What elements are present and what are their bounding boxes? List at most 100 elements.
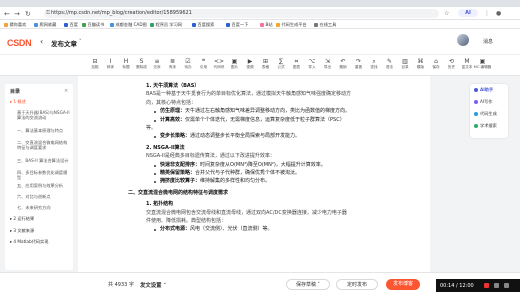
close-icon[interactable]: ×	[64, 88, 68, 94]
paragraph-line: 向，其核心特点包括：	[146, 99, 197, 106]
save-draft-label: 保存草稿	[295, 282, 316, 288]
bookmark-item[interactable]: 程序员 学习网	[150, 21, 182, 28]
list-item-text: 时间复杂度从O(MN³)降至O(MN²)，大幅提升计算效率。	[200, 161, 326, 168]
list-item-lead: 分布式电源：	[160, 226, 191, 233]
list-item: 计算高效：仅需单个个体迭代，无需梯度信息，运算复杂度低于粒子群算法（PSC）	[160, 117, 345, 124]
bookmark-favicon-icon	[314, 22, 318, 27]
paragraph-line: 交直流混合微电网包含交流母线和直流母线，通过双向AC/DC变换器连接，减少电力电…	[146, 209, 347, 216]
bookmark-label: 百度搜索	[197, 22, 215, 27]
url-text: https://mp.csdn.net/mp_blog/creation/edi…	[51, 10, 192, 16]
outline-title: 目录	[10, 89, 21, 95]
toolbar-icon: ▣	[479, 58, 486, 65]
bookmark-label: 爬网收藏	[39, 22, 57, 27]
bookmark-label: B站	[265, 22, 273, 27]
ai-tool-icon	[474, 111, 478, 116]
outline-item[interactable]: 四、多目标参数优化调度模型	[17, 170, 71, 180]
bookmark-favicon-icon	[82, 22, 86, 27]
list-item: 快速非支配排序：时间复杂度从O(MN³)降至O(MN²)，大幅提升计算效率。	[160, 162, 326, 169]
bookmark-favicon-icon	[64, 22, 68, 27]
pause-icon[interactable]	[494, 283, 499, 288]
bookmark-item[interactable]: 爬网收藏	[34, 21, 56, 28]
ai-panel-label: 代码生成	[480, 111, 497, 116]
bookmark-label: 豆瓣读书	[87, 22, 105, 27]
section-heading: 二、交直流混合微电网的结构特征与调度需求	[128, 189, 229, 196]
bullet-icon	[154, 119, 156, 122]
section-heading: 1. 拓扑结构	[146, 201, 174, 208]
app-header	[0, 29, 520, 54]
list-item-lead: 仿生原理：	[160, 108, 186, 115]
bookmark-item[interactable]: 百度	[64, 21, 78, 28]
save-draft-button[interactable]: 保存草稿 ˅	[286, 279, 330, 290]
bookmark-item[interactable]: 豆瓣读书	[82, 21, 104, 28]
list-item-text: 天牛通过左右触角感知气味差异调整移动方向，类比为函数值的梯度方向。	[185, 108, 351, 115]
close-icon[interactable]	[504, 283, 509, 288]
word-count: 共 4933 字	[108, 282, 134, 288]
forward-nav-icon[interactable]: →	[14, 10, 20, 18]
bookmark-item[interactable]: B站	[260, 21, 273, 28]
ai-panel-item[interactable]: AI写作	[474, 99, 492, 105]
profile-icon[interactable]: ●	[496, 9, 501, 18]
ai-panel-item[interactable]: 代码生成	[474, 111, 497, 117]
list-item-text: 仅需单个个体迭代，无需梯度信息，运算复杂度低于粒子群算法（PSC）	[185, 116, 345, 123]
lock-icon: ⚿	[46, 10, 50, 16]
outline-item[interactable]: 七、未来研究方向	[17, 205, 71, 210]
bookmark-item[interactable]: 成都金融 CAD图	[110, 21, 147, 28]
avatar[interactable]	[457, 34, 469, 46]
list-item-text: 风电（交流侧）、光伏（直流侧）等。	[190, 226, 273, 233]
back-arrow-icon[interactable]: ‹	[40, 37, 43, 46]
ai-tool-icon	[474, 87, 478, 92]
messages-link[interactable]: 消息	[483, 38, 493, 45]
bullet-icon	[154, 164, 156, 167]
paragraph-line: NSGA-II是经典多目标遗传算法，通过以下改进提升效率：	[146, 153, 275, 160]
outline-item[interactable]: ▸ 4 Matlab代码实现	[10, 239, 70, 244]
url-input[interactable]: ⚿ https://mp.csdn.net/mp_blog/creation/e…	[44, 9, 439, 18]
bookmark-favicon-icon	[260, 22, 264, 27]
ai-panel-label: AI写作	[480, 99, 493, 104]
list-item-lead: 变步长策略：	[160, 133, 191, 140]
schedule-button[interactable]: 定时发布	[336, 279, 378, 290]
bookmark-favicon-icon	[276, 22, 280, 27]
back-nav-icon[interactable]: ←	[4, 10, 10, 18]
publish-button[interactable]: 发布博客	[386, 279, 420, 290]
outline-item[interactable]: 六、对比与创新点	[17, 194, 71, 199]
bookmark-label: 程序员 学习网	[155, 22, 182, 27]
list-item: 精英保留策略：合并父代与子代种群，确保优秀个体不被淘汰。	[160, 170, 300, 177]
bookmark-favicon-icon	[226, 22, 230, 27]
bookmark-label: 成都金融 CAD图	[115, 22, 147, 27]
csdn-logo[interactable]: CSDN	[7, 38, 32, 48]
bookmark-label: 代码生成平台	[281, 22, 307, 27]
ai-button[interactable]: AI	[458, 9, 478, 17]
toolbar-button[interactable]: ▣ MC 编辑器	[474, 58, 492, 70]
outline-item[interactable]: ▸ 1 概述	[10, 99, 70, 104]
outline-item[interactable]: 三、BAS-II 算法合算法设计	[17, 158, 71, 163]
ai-panel-item[interactable]: AI助手	[474, 87, 493, 93]
bookmark-favicon-icon	[34, 22, 38, 27]
bookmark-item[interactable]: 在线工具	[314, 21, 336, 28]
chevron-down-icon[interactable]: ˅	[79, 39, 82, 45]
publish-settings-toggle[interactable]: 发文设置 ˅	[140, 281, 166, 289]
outline-item[interactable]: 二、交直流混合微电网结构特征与调度要求	[17, 140, 71, 150]
bookmark-item[interactable]: 猜你喜欢	[4, 21, 26, 28]
bookmark-label: 猜你喜欢	[9, 22, 27, 27]
bookmark-item[interactable]: 百度搜索	[192, 21, 214, 28]
outline-item[interactable]: 基于天升器(BAS)与NSGA-II算法的交流流动	[17, 110, 71, 120]
paragraph-line: 等。	[146, 125, 157, 131]
list-item: 仿生原理：天牛通过左右触角感知气味差异调整移动方向，类比为函数值的梯度方向。	[160, 108, 350, 115]
outline-item[interactable]: 一、算法基本原理与特点	[17, 128, 71, 133]
list-item: 变步长策略：通过动态调整步长平衡全局探索与局部开发能力。	[160, 133, 300, 140]
reload-icon[interactable]: ↻	[25, 10, 31, 18]
outline-item[interactable]: ▸ 2 运行结果	[10, 216, 70, 221]
bookmark-item[interactable]: 百度一下	[226, 21, 248, 28]
ai-panel-item[interactable]: 学术搜索	[474, 123, 497, 129]
list-item-lead: 计算高效：	[160, 116, 186, 123]
list-item-lead: 拥挤度比较算子：	[160, 178, 201, 185]
star-icon[interactable]: ☆	[444, 9, 449, 18]
outline-item[interactable]: 五、应用案例与效果分析	[17, 183, 71, 188]
outline-item[interactable]: ▸ 3 文献来源	[10, 228, 70, 233]
list-item: 拥挤度比较算子：维持解集的多样性和均匀分布。	[160, 178, 270, 185]
record-icon[interactable]	[484, 283, 489, 288]
bookmark-item[interactable]: 代码生成平台	[276, 21, 307, 28]
bullet-icon	[154, 173, 156, 175]
bookmark-label: 百度一下	[231, 22, 249, 27]
extensions-icon[interactable]: ⋮	[484, 9, 490, 18]
